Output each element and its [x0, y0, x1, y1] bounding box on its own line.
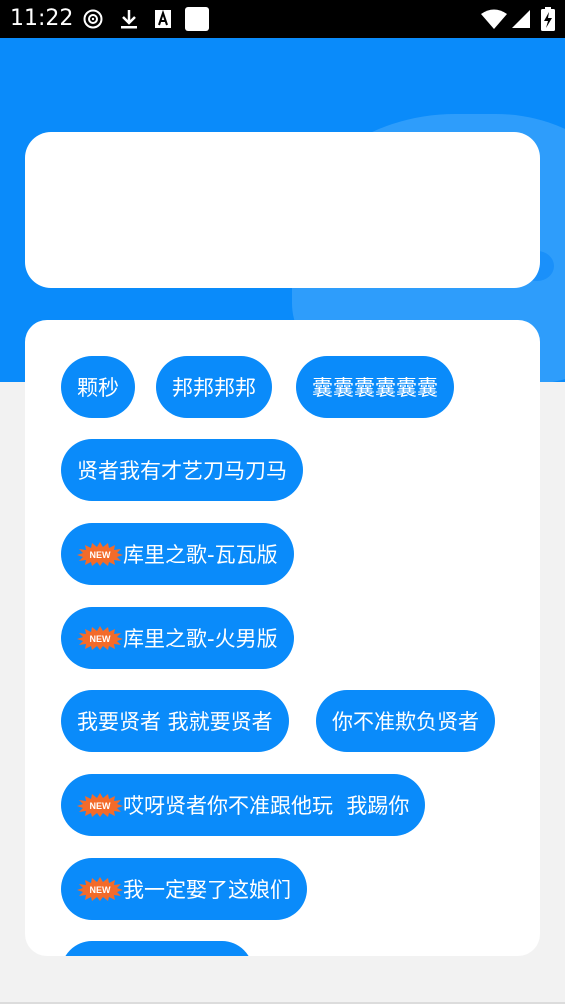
sound-button[interactable]: 你不准欺负贤者	[316, 690, 495, 752]
sound-button[interactable]: NEW 库里之歌-瓦瓦版	[61, 523, 294, 585]
status-bar: 11:22	[0, 0, 565, 38]
sound-button[interactable]: 颗秒	[61, 356, 135, 418]
battery-charging-icon	[540, 7, 556, 31]
svg-text:NEW: NEW	[90, 550, 112, 560]
new-badge-icon: NEW	[77, 542, 123, 566]
svg-text:NEW: NEW	[90, 634, 112, 644]
sound-list-card: 颗秒 邦邦邦邦 囊囊囊囊囊囊 贤者我有才艺刀马刀马 NEW 库里之歌-瓦瓦版 N…	[25, 320, 540, 956]
download-icon	[118, 8, 140, 30]
svg-text:NEW: NEW	[90, 885, 112, 895]
sound-button[interactable]: 我要贤者 我就要贤者	[61, 690, 289, 752]
sound-button-label: 库里之歌-火男版	[123, 627, 278, 651]
sound-button[interactable]: NEW 哎呀贤者你不准跟他玩 我踢你	[61, 774, 426, 836]
new-badge-icon: NEW	[77, 793, 123, 817]
signal-icon	[510, 8, 532, 30]
blank-notification-icon	[185, 7, 209, 31]
new-badge-icon: NEW	[77, 877, 123, 901]
music-notification-icon	[82, 8, 104, 30]
sound-button-label: 贤者我有才艺刀马刀马	[77, 459, 287, 483]
sound-button-label: 你不准欺负贤者	[332, 710, 479, 734]
sound-button-label: 邦邦邦邦	[172, 376, 256, 400]
sound-button-label: 我一定娶了这娘们	[123, 878, 291, 902]
sound-button-label: 库里之歌-瓦瓦版	[123, 543, 278, 567]
svg-text:NEW: NEW	[90, 801, 112, 811]
sound-button-label: 囊囊囊囊囊囊	[312, 376, 438, 400]
sound-button[interactable]: 贤者我有才艺刀马刀马	[61, 439, 303, 501]
sound-button[interactable]	[61, 941, 253, 956]
banner-card	[25, 132, 540, 288]
sound-button[interactable]: 邦邦邦邦	[156, 356, 272, 418]
sound-button[interactable]: NEW 我一定娶了这娘们	[61, 858, 307, 920]
new-badge-icon: NEW	[77, 626, 123, 650]
sound-button-label: 哎呀贤者你不准跟他玩 我踢你	[123, 794, 410, 818]
translate-icon	[152, 8, 174, 30]
sound-button-label: 颗秒	[77, 376, 119, 400]
sound-button[interactable]: NEW 库里之歌-火男版	[61, 607, 294, 669]
wifi-icon	[480, 8, 508, 30]
status-time: 11:22	[10, 6, 74, 31]
sound-button-label: 我要贤者 我就要贤者	[77, 710, 273, 734]
sound-button[interactable]: 囊囊囊囊囊囊	[296, 356, 454, 418]
